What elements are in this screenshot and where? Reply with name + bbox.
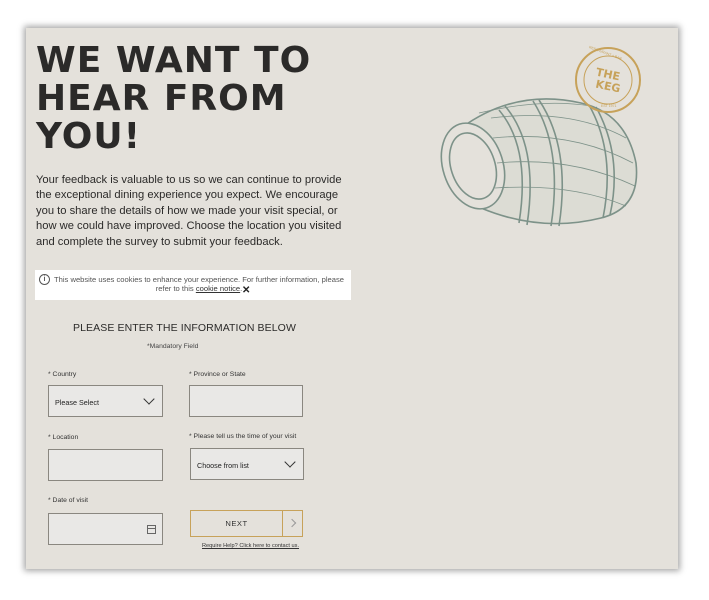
chevron-down-icon: [284, 456, 296, 468]
headline-line-3: YOU!: [36, 116, 142, 157]
date-label: * Date of visit: [48, 497, 89, 504]
page-headline: WE WANT TO HEAR FROM YOU!: [36, 42, 336, 156]
location-input[interactable]: [48, 449, 163, 481]
the-keg-logo: THE KEG RESTAURANT + BAR EST 1971: [574, 45, 642, 114]
help-contact-link[interactable]: Require Help? Click here to contact us.: [202, 543, 299, 549]
chevron-right-icon: [287, 518, 297, 528]
date-of-visit-input[interactable]: [48, 513, 163, 545]
calendar-icon[interactable]: [147, 525, 156, 534]
location-label: * Location: [48, 434, 79, 441]
country-label: * Country: [48, 371, 77, 378]
province-input[interactable]: [189, 385, 303, 417]
headline-line-2: HEAR FROM: [36, 78, 287, 119]
logo-bottom-text: EST 1971: [601, 104, 617, 108]
country-select[interactable]: Please Select: [48, 385, 163, 417]
visit-time-select[interactable]: Choose from list: [190, 448, 304, 480]
form-title: PLEASE ENTER THE INFORMATION BELOW: [73, 322, 296, 334]
next-button-label: NEXT: [225, 519, 248, 528]
cookie-notice-link[interactable]: cookie notice: [196, 284, 240, 293]
chevron-down-icon: [143, 393, 155, 405]
mandatory-note: *Mandatory Field: [147, 343, 199, 350]
visit-time-label: * Please tell us the time of your visit: [189, 433, 297, 440]
cookie-banner: i This website uses cookies to enhance y…: [35, 270, 351, 300]
cookie-message: This website uses cookies to enhance you…: [49, 275, 349, 293]
survey-page: WE WANT TO HEAR FROM YOU! Your feedback …: [26, 28, 678, 569]
next-button-divider: [282, 511, 283, 536]
headline-line-1: WE WANT TO: [36, 40, 312, 81]
close-icon[interactable]: ✕: [242, 286, 250, 296]
country-select-value: Please Select: [55, 398, 99, 407]
intro-paragraph: Your feedback is valuable to us so we ca…: [36, 174, 342, 248]
next-button[interactable]: NEXT: [190, 510, 303, 537]
province-label: * Province or State: [189, 371, 246, 378]
visit-time-select-value: Choose from list: [197, 461, 249, 470]
